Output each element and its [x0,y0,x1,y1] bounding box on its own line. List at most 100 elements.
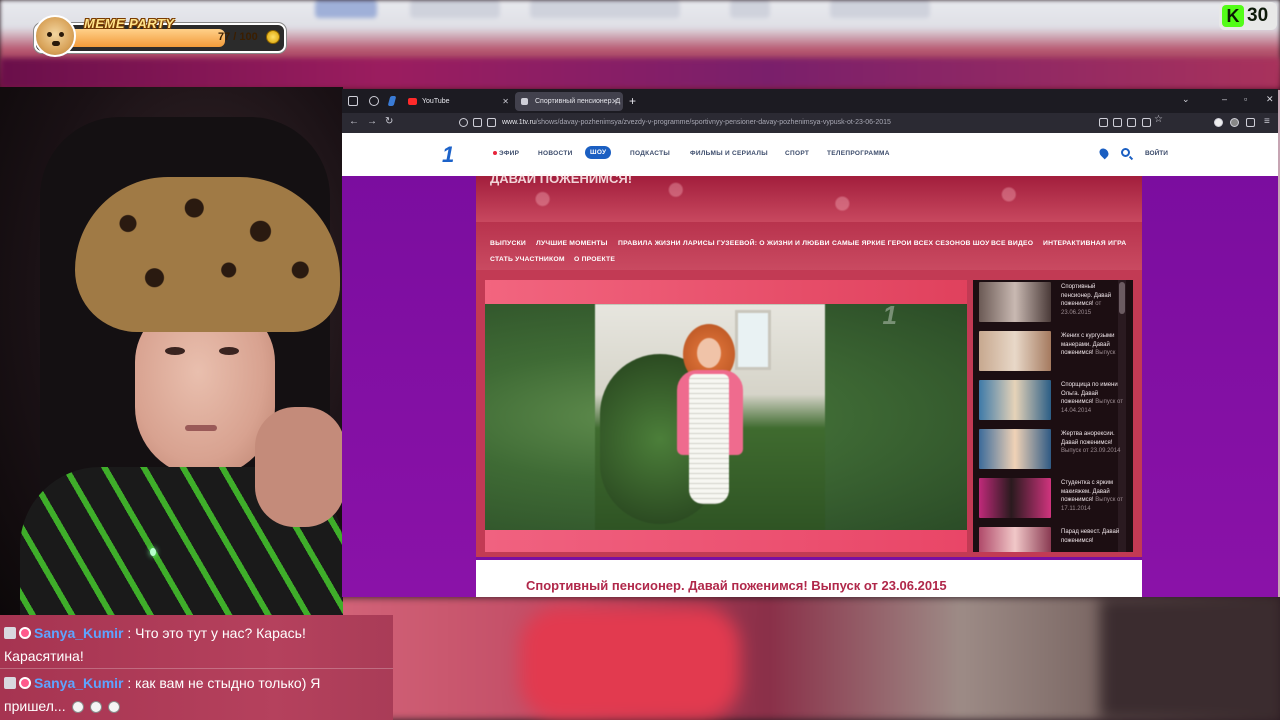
playlist-item-title: Спортивный пенсионер. Давай поженимся! [1061,284,1112,307]
meme-party-widget: MEME PARTY 77 / 100 [34,15,286,57]
tab-youtube[interactable]: YouTube ✕ [402,92,514,111]
video-frame[interactable]: 1 [485,304,967,530]
streamer-hand [255,407,343,527]
chat-username[interactable]: Sanya_Kumir [34,625,123,641]
playlist-item-text: Жертва анорексии. Давай поженимся! Выпус… [1061,430,1125,456]
url-host: www.1tv.ru [502,119,536,126]
episode-title: Спортивный пенсионер. Давай поженимся! В… [526,578,947,593]
permissions-icon[interactable] [487,118,496,127]
blurred-shape [830,0,930,18]
tab-overview-icon[interactable] [348,96,358,106]
subnav-item[interactable]: САМЫЕ ЯРКИЕ ГЕРОИ ВСЕХ СЕЗОНОВ ШОУ [832,240,990,247]
player-bottom-strip [485,530,967,552]
kick-logo-icon: K [1222,5,1244,27]
maximize-icon[interactable]: ▫ [1244,94,1247,104]
chat-message-continued: пришел... [4,694,120,718]
playlist-item[interactable]: Жених с кургузыми манерами. Давай пожени… [979,331,1129,373]
close-window-icon[interactable]: ✕ [1266,94,1274,105]
chat-overlay: Sanya_Kumir : Что это тут у нас? Карась!… [0,615,393,720]
subnav-item[interactable]: О ПРОЕКТЕ [574,256,615,263]
menu-live[interactable]: ЭФИР [492,150,519,157]
subscriber-badge-icon [4,627,16,639]
playlist-item[interactable]: Спортивный пенсионер. Давай поженимся! о… [979,282,1129,324]
playlist-item-text: Парад невест. Давай поженимся! [1061,528,1125,545]
extensions-icon[interactable] [1246,118,1255,127]
playlist-item-text: Спортивный пенсионер. Давай поженимся! о… [1061,283,1125,317]
video-thumbnail [979,429,1051,469]
menu-films[interactable]: ФИЛЬМЫ И СЕРИАЛЫ [690,150,768,157]
video-section: 1 Спортивный пенсионер. Давай поженимся!… [476,270,1142,557]
forward-icon[interactable]: → [367,116,377,127]
mouth [185,425,217,431]
chevron-down-icon[interactable]: ⌄ [1182,94,1190,105]
reader-icon[interactable] [1099,118,1108,127]
subnav-item[interactable]: ИНТЕРАКТИВНАЯ ИГРА [1043,240,1126,247]
close-tab-icon[interactable]: ✕ [502,92,509,111]
subnav-item[interactable]: СТАТЬ УЧАСТНИКОМ [490,256,565,263]
subnav-item[interactable]: ВЫПУСКИ [490,240,526,247]
menu-shows[interactable]: ШОУ [585,146,612,159]
woman-face [697,338,721,368]
page-side-left [342,176,476,597]
chat-text: Карасятина! [4,648,84,664]
new-tab-button[interactable]: + [629,92,636,110]
playlist-item-title: Жертва анорексии. Давай поженимся! [1061,431,1115,446]
location-pin-icon[interactable] [1097,146,1111,160]
pip-icon[interactable] [1127,118,1136,127]
playlist-item[interactable]: Парад невест. Давай поженимся! [979,527,1129,552]
playlist-item[interactable]: Студентка с ярким макияжем. Давай пожени… [979,478,1129,520]
show-title: ДАВАЙ ПОЖЕНИМСЯ! [490,171,633,186]
close-tab-icon[interactable]: ✕ [611,92,618,111]
menu-icon[interactable]: ≡ [1264,116,1270,127]
lock-icon[interactable] [473,118,482,127]
playlist-item[interactable]: Жертва анорексии. Давай поженимся! Выпус… [979,429,1129,471]
video-thumbnail [979,331,1051,371]
tab-label: Спортивный пенсионер. Д [535,98,621,105]
login-link[interactable]: ВОЙТИ [1145,150,1168,157]
heart-badge-icon [19,627,31,639]
menu-sport[interactable]: СПОРТ [785,150,809,157]
emote-icon [89,701,102,713]
doge-icon [34,15,76,57]
blurred-background-band [0,58,1280,88]
playlist-item-title: Парад невест. Давай поженимся! [1061,529,1120,544]
chat-message: Sanya_Kumir : как вам не стыдно только) … [4,671,320,695]
channel-one-favicon[interactable] [387,96,397,106]
video-clip [595,304,825,530]
video-player[interactable]: 1 [485,280,967,552]
heart-badge-icon [19,677,31,689]
chat-username[interactable]: Sanya_Kumir [34,675,123,691]
blurred-shape [410,0,500,18]
video-thumbnail [979,478,1051,518]
reload-icon[interactable]: ↻ [385,116,393,127]
page-side-right [1142,176,1278,597]
woman-dress [689,374,729,504]
blurred-shape [315,0,377,18]
menu-podcasts[interactable]: ПОДКАСТЫ [630,150,670,157]
tab-active-video[interactable]: Спортивный пенсионер. Д ✕ [515,92,623,111]
eye [165,347,185,355]
extension-icon[interactable] [1230,118,1239,127]
emote-icon [71,701,84,713]
sync-icon[interactable] [369,96,379,106]
menu-news[interactable]: НОВОСТИ [538,150,573,157]
video-thumbnail [979,380,1051,420]
page-icon[interactable] [1113,118,1122,127]
search-icon[interactable] [1121,148,1130,157]
menu-tv-program[interactable]: ТЕЛЕПРОГРАММА [827,150,890,157]
minimize-icon[interactable]: – [1222,94,1227,104]
address-bar: ← → ↻ www.1tv.ru/shows/davay-pozhenimsya… [342,113,1278,133]
extension-icon[interactable] [1214,118,1223,127]
subnav-item[interactable]: ВСЕ ВИДЕО [991,240,1033,247]
chat-divider [0,668,393,669]
playlist-item[interactable]: Спорщица по имени Ольга. Давай поженимся… [979,380,1129,422]
shield-icon[interactable] [459,118,468,127]
channel-one-logo[interactable]: 1 [442,144,454,166]
bookmark-star-icon[interactable]: ☆ [1154,114,1163,125]
subnav-item[interactable]: ПРАВИЛА ЖИЗНИ ЛАРИСЫ ГУЗЕЕВОЙ: О ЖИЗНИ И… [618,240,830,247]
back-icon[interactable]: ← [349,116,359,127]
related-videos-list: Спортивный пенсионер. Давай поженимся! о… [973,280,1133,552]
subnav-item[interactable]: ЛУЧШИЕ МОМЕНТЫ [536,240,608,247]
url-field[interactable]: www.1tv.ru/shows/davay-pozhenimsya/zvezd… [502,116,891,130]
reader-view-icon[interactable] [1142,118,1151,127]
